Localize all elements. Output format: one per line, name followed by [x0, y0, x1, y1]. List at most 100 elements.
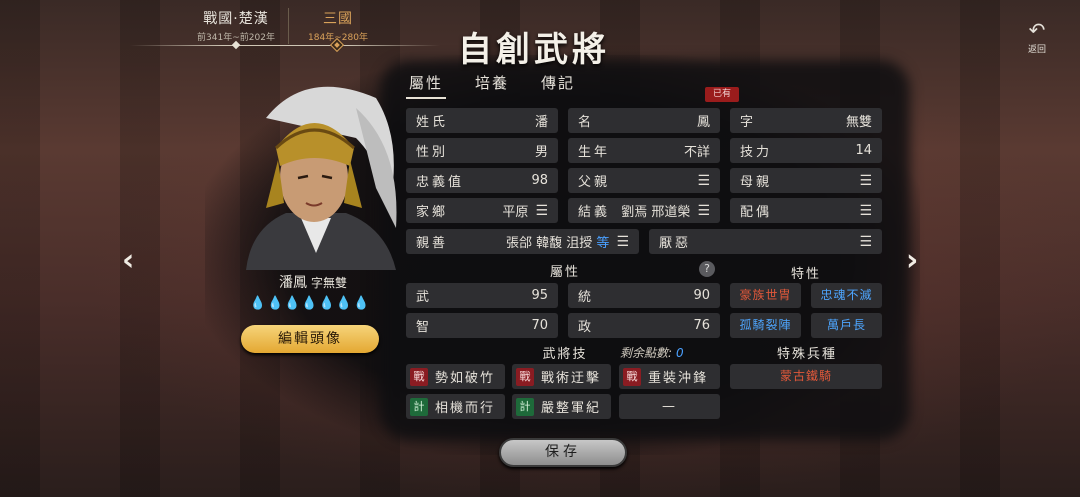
field-label: 厭惡	[659, 236, 692, 251]
field-label: 字	[740, 115, 757, 130]
tab-biography[interactable]: 傳記	[538, 72, 578, 99]
skill-tag: 戰	[516, 367, 534, 386]
chevron-left-icon: ‹	[122, 243, 135, 278]
chevron-right-icon: ›	[906, 243, 919, 278]
menu-icon[interactable]: ☰	[697, 204, 710, 218]
skill-power-field[interactable]: 技力 14	[730, 138, 882, 163]
save-button[interactable]: 保存	[499, 438, 627, 467]
field-label: 母親	[740, 175, 773, 190]
skill-slot[interactable]: 戰重裝沖鋒	[619, 364, 720, 389]
field-label: 姓氏	[416, 115, 449, 130]
trait-item[interactable]: 孤騎裂陣	[730, 313, 801, 338]
dislike-field[interactable]: 厭惡 ☰	[649, 229, 882, 254]
prev-arrow-button[interactable]: ‹	[122, 243, 134, 278]
field-value: 男	[534, 145, 548, 160]
field-value: 不詳	[683, 145, 710, 160]
skill-slot[interactable]: 戰戰術迂擊	[512, 364, 611, 389]
trait-item[interactable]: 萬戶長	[811, 313, 882, 338]
father-field[interactable]: 父親 ☰	[568, 168, 720, 193]
menu-icon[interactable]: ☰	[859, 174, 872, 188]
water-drop-icon: 💧💧💧💧💧💧💧	[249, 296, 371, 311]
menu-icon[interactable]: ☰	[697, 174, 710, 188]
field-label: 忠義值	[416, 175, 465, 190]
stat-label: 統	[578, 290, 595, 305]
field-value: 14	[855, 143, 872, 158]
trait-item[interactable]: 豪族世胄	[730, 283, 801, 308]
question-icon[interactable]: ?	[699, 261, 715, 277]
spouse-field[interactable]: 配偶 ☰	[730, 198, 882, 223]
menu-icon[interactable]: ☰	[535, 204, 548, 218]
page-title: 自創武將	[458, 30, 610, 70]
general-portrait	[226, 78, 406, 270]
field-label: 父親	[578, 175, 611, 190]
loyalty-field[interactable]: 忠義值 98	[406, 168, 558, 193]
hometown-field[interactable]: 家鄉 平原 ☰	[406, 198, 558, 223]
skill-slot[interactable]: 計嚴整軍紀	[512, 394, 611, 419]
tab-bar: 屬性 培養 傳記	[406, 72, 578, 99]
back-button[interactable]: ↶ 返回	[1020, 20, 1054, 55]
sworn-sibling-field[interactable]: 結義 劉焉 邢道榮 ☰	[568, 198, 720, 223]
skill-tag: 計	[410, 397, 428, 416]
field-value: 潘	[534, 115, 548, 130]
field-value: 張郃 韓馥 沮授 等	[448, 232, 609, 251]
skills-heading: 武將技	[542, 347, 588, 362]
skill-name: 勢如破竹	[435, 371, 496, 386]
skill-slot[interactable]: 計相機而行	[406, 394, 505, 419]
courtesy-name: 字無雙	[310, 276, 347, 290]
field-value: 鳳	[696, 115, 710, 130]
given-name-field[interactable]: 名鳳	[568, 108, 720, 133]
mother-field[interactable]: 母親 ☰	[730, 168, 882, 193]
name-text: 潘鳳	[278, 275, 307, 291]
menu-icon[interactable]: ☰	[616, 235, 629, 249]
stat-value: 76	[693, 318, 710, 333]
menu-icon[interactable]: ☰	[859, 204, 872, 218]
next-arrow-button[interactable]: ›	[906, 243, 918, 278]
menu-icon[interactable]: ☰	[859, 235, 872, 249]
field-value: 98	[531, 173, 548, 188]
stat-war[interactable]: 武 95	[406, 283, 558, 308]
friendly-field[interactable]: 親善 張郃 韓馥 沮授 等 ☰	[406, 229, 639, 254]
edit-portrait-button[interactable]: 編輯頭像	[241, 325, 379, 353]
stat-label: 智	[416, 320, 433, 335]
stat-intelligence[interactable]: 智 70	[406, 313, 558, 338]
surname-field[interactable]: 姓氏 潘	[406, 108, 558, 133]
stat-leadership[interactable]: 統 90	[568, 283, 720, 308]
field-label: 技力	[740, 145, 773, 160]
birth-year-field[interactable]: 生年 不詳	[568, 138, 720, 163]
stat-value: 90	[693, 288, 710, 303]
era-tab-warring-states[interactable]: 戰國·楚漢 前341年~前202年	[184, 8, 288, 43]
attributes-heading: 屬性	[549, 265, 580, 280]
era-name: 戰國·楚漢	[203, 11, 269, 27]
back-arrow-icon: ↶	[1028, 18, 1046, 42]
skill-slot[interactable]: 戰勢如破竹	[406, 364, 505, 389]
field-value: 平原	[502, 205, 529, 220]
empty-dash: —	[662, 399, 677, 414]
skill-name: 戰術迂擊	[541, 371, 602, 386]
tab-attributes[interactable]: 屬性	[406, 72, 447, 99]
trait-item[interactable]: 忠魂不滅	[811, 283, 882, 308]
tab-training[interactable]: 培養	[472, 72, 512, 99]
stat-politics[interactable]: 政 76	[568, 313, 720, 338]
remaining-points: 剩余點數: 0	[620, 344, 684, 361]
status-badge: 已有	[705, 87, 739, 102]
back-label: 返回	[1027, 45, 1046, 55]
more-indicator: 等	[596, 236, 610, 251]
field-label: 家鄉	[416, 205, 449, 220]
era-tab-three-kingdoms[interactable]: 三國 184年~280年	[286, 8, 390, 43]
skill-tag: 戰	[623, 367, 641, 386]
gender-field[interactable]: 性別 男	[406, 138, 558, 163]
skill-tag: 戰	[410, 367, 428, 386]
empty-skill-slot[interactable]: —	[619, 394, 720, 419]
friendly-names: 張郃 韓馥 沮授	[506, 236, 593, 251]
special-troop-item[interactable]: 蒙古鐵騎	[730, 364, 882, 389]
stat-label: 政	[578, 320, 595, 335]
skill-name: 相機而行	[435, 401, 496, 416]
field-value: 劉焉 邢道榮	[621, 205, 691, 220]
field-label: 名	[578, 115, 595, 130]
courtesy-field[interactable]: 字 無雙	[730, 108, 882, 133]
field-label: 結義	[578, 205, 611, 220]
stat-value: 70	[531, 318, 548, 333]
skill-tag: 計	[516, 397, 534, 416]
era-name: 三國	[323, 11, 353, 27]
general-name: 潘鳳 字無雙	[248, 272, 378, 292]
